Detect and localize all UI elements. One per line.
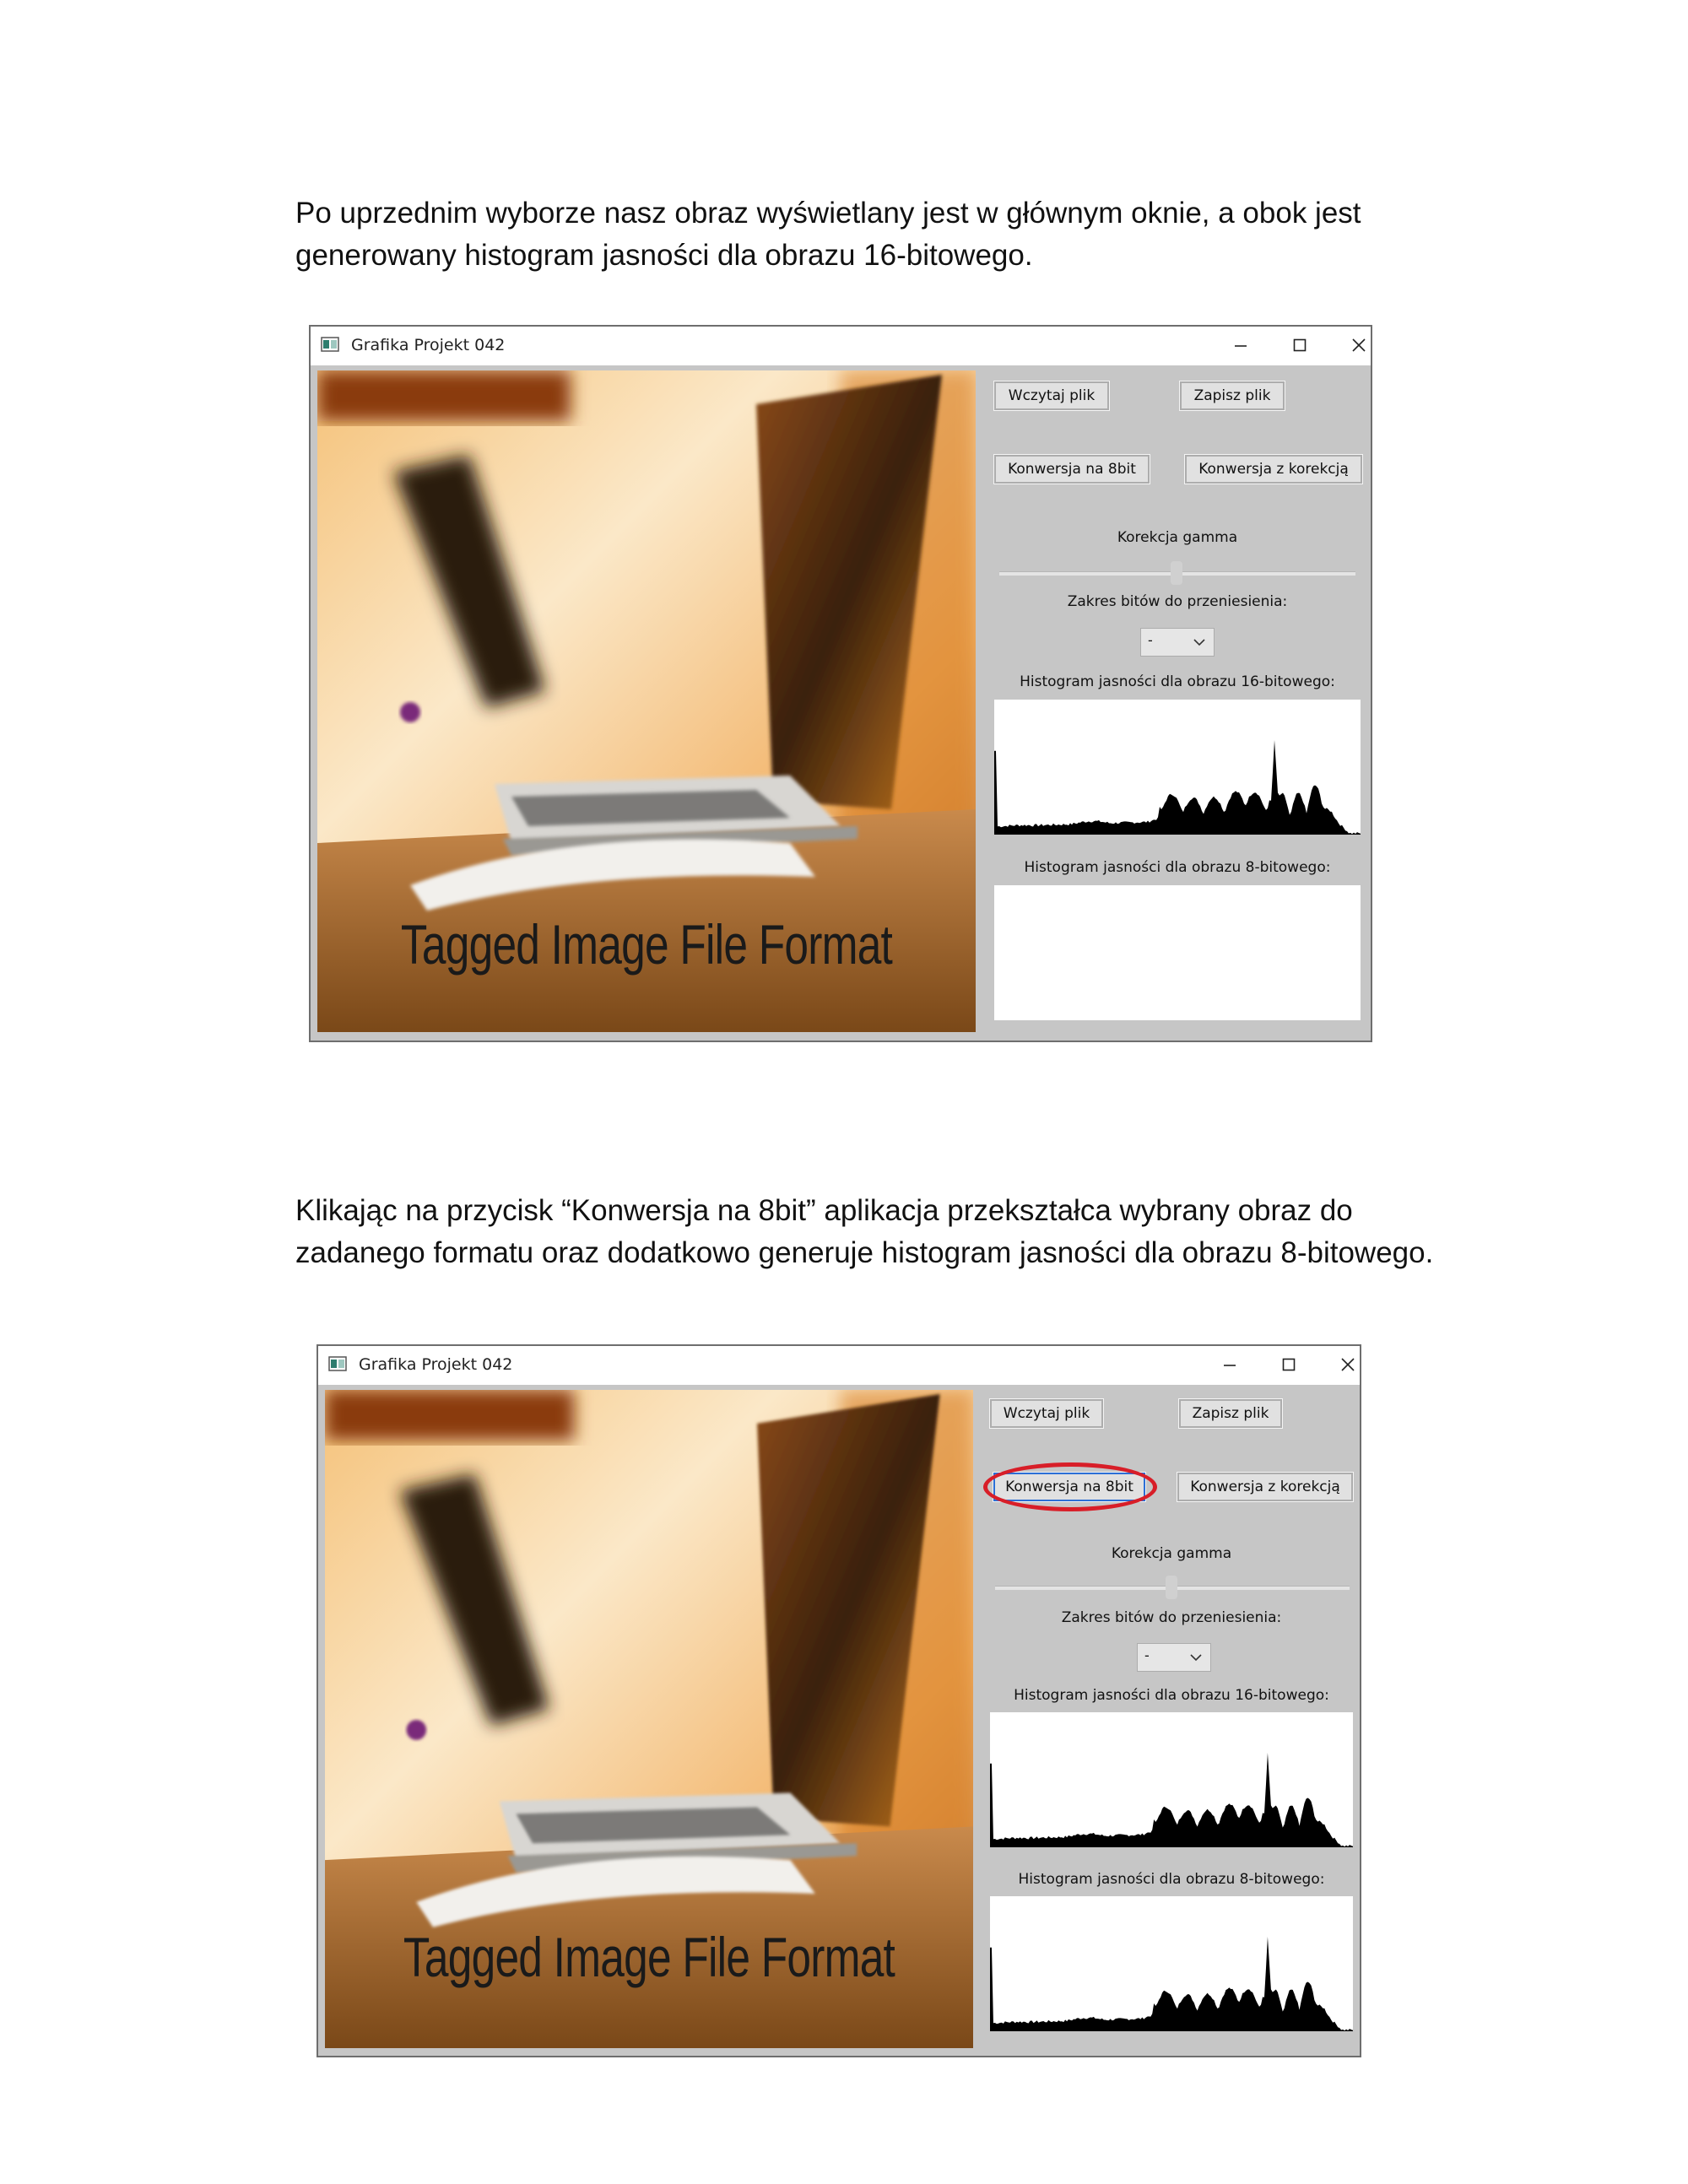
save-file-button[interactable]: Zapisz plik	[1178, 1398, 1283, 1429]
histogram-area	[990, 1753, 1353, 1847]
app-window-icon	[321, 337, 339, 352]
image-caption: Tagged Image File Format	[400, 913, 893, 976]
histogram-8bit-plot	[990, 1937, 1353, 2031]
chevron-down-icon	[1190, 1654, 1202, 1662]
histogram-8bit	[990, 1896, 1353, 2031]
close-icon	[1341, 1358, 1355, 1371]
convert-8bit-button[interactable]: Konwersja na 8bit	[993, 1472, 1146, 1502]
hist16-label: Histogram jasności dla obrazu 16-bitoweg…	[1020, 673, 1335, 690]
image-display: Tagged Image File Format	[317, 370, 976, 1032]
histogram-8bit-plot	[994, 885, 1361, 1020]
paragraph-line: Klikając na przycisk “Konwersja na 8bit”…	[295, 1194, 1353, 1227]
app-window-icon	[328, 1356, 347, 1371]
client-area: Tagged Image File Format Wczytaj plik Za…	[311, 365, 1371, 1041]
title-bar[interactable]: Grafika Projekt 042	[311, 327, 1371, 365]
bit-range-label: Zakres bitów do przeniesienia:	[1067, 593, 1288, 610]
image-caption: Tagged Image File Format	[403, 1926, 895, 1988]
chevron-down-icon	[1193, 639, 1205, 646]
minimize-button[interactable]	[1212, 327, 1271, 365]
client-area: Tagged Image File Format Wczytaj plik Za…	[318, 1385, 1360, 2056]
paragraph-line: zadanego formatu oraz dodatkowo generuje…	[295, 1236, 1434, 1269]
app-window-2: Grafika Projekt 042 Tagged Image File Fo…	[316, 1344, 1361, 2057]
save-file-button[interactable]: Zapisz plik	[1179, 381, 1285, 411]
load-file-button[interactable]: Wczytaj plik	[989, 1398, 1104, 1429]
minimize-icon	[1235, 345, 1247, 347]
title-bar[interactable]: Grafika Projekt 042	[318, 1346, 1360, 1385]
histogram-16bit	[990, 1712, 1353, 1847]
maximize-icon	[1282, 1358, 1296, 1371]
image-display: Tagged Image File Format	[325, 1390, 973, 2048]
bit-range-value: -	[1144, 1647, 1150, 1663]
close-button[interactable]	[1319, 1346, 1378, 1385]
window-title: Grafika Projekt 042	[351, 336, 506, 354]
bit-range-select[interactable]: -	[1137, 1643, 1211, 1672]
convert-with-correction-button[interactable]: Konwersja z korekcją	[1177, 1472, 1354, 1502]
histogram-16bit-plot	[994, 740, 1361, 835]
gamma-label: Korekcja gamma	[1117, 529, 1238, 546]
close-button[interactable]	[1330, 327, 1389, 365]
minimize-button[interactable]	[1201, 1346, 1260, 1385]
histogram-16bit-plot	[990, 1753, 1353, 1847]
window-title: Grafika Projekt 042	[359, 1355, 513, 1374]
hist8-label: Histogram jasności dla obrazu 8-bitowego…	[1018, 1871, 1325, 1888]
convert-with-correction-button[interactable]: Konwersja z korekcją	[1184, 454, 1363, 484]
paragraph-2: Klikając na przycisk “Konwersja na 8bit”…	[295, 1190, 1494, 1274]
maximize-button[interactable]	[1260, 1346, 1319, 1385]
histogram-area	[990, 1937, 1353, 2031]
app-window-1: Grafika Projekt 042 Tagged Image File Fo…	[309, 325, 1372, 1042]
paragraph-line: generowany histogram jasności dla obrazu…	[295, 239, 1033, 272]
gamma-slider-thumb[interactable]	[1171, 561, 1182, 585]
histogram-area	[994, 740, 1361, 835]
load-file-button[interactable]: Wczytaj plik	[993, 381, 1110, 411]
bit-range-value: -	[1148, 632, 1153, 648]
close-icon	[1352, 338, 1366, 352]
convert-8bit-button[interactable]: Konwersja na 8bit	[993, 454, 1150, 484]
bit-range-label: Zakres bitów do przeniesienia:	[1061, 1609, 1282, 1626]
paragraph-1: Po uprzednim wyborze nasz obraz wyświetl…	[295, 192, 1494, 277]
histogram-16bit	[994, 700, 1361, 835]
gamma-label: Korekcja gamma	[1111, 1545, 1232, 1562]
minimize-icon	[1224, 1365, 1236, 1366]
histogram-8bit	[994, 885, 1361, 1020]
gamma-slider-thumb[interactable]	[1166, 1576, 1177, 1599]
bit-range-select[interactable]: -	[1140, 628, 1215, 657]
maximize-icon	[1293, 338, 1307, 352]
maximize-button[interactable]	[1271, 327, 1330, 365]
paragraph-line: Po uprzednim wyborze nasz obraz wyświetl…	[295, 197, 1361, 230]
hist8-label: Histogram jasności dla obrazu 8-bitowego…	[1024, 859, 1331, 876]
hist16-label: Histogram jasności dla obrazu 16-bitoweg…	[1014, 1687, 1329, 1704]
